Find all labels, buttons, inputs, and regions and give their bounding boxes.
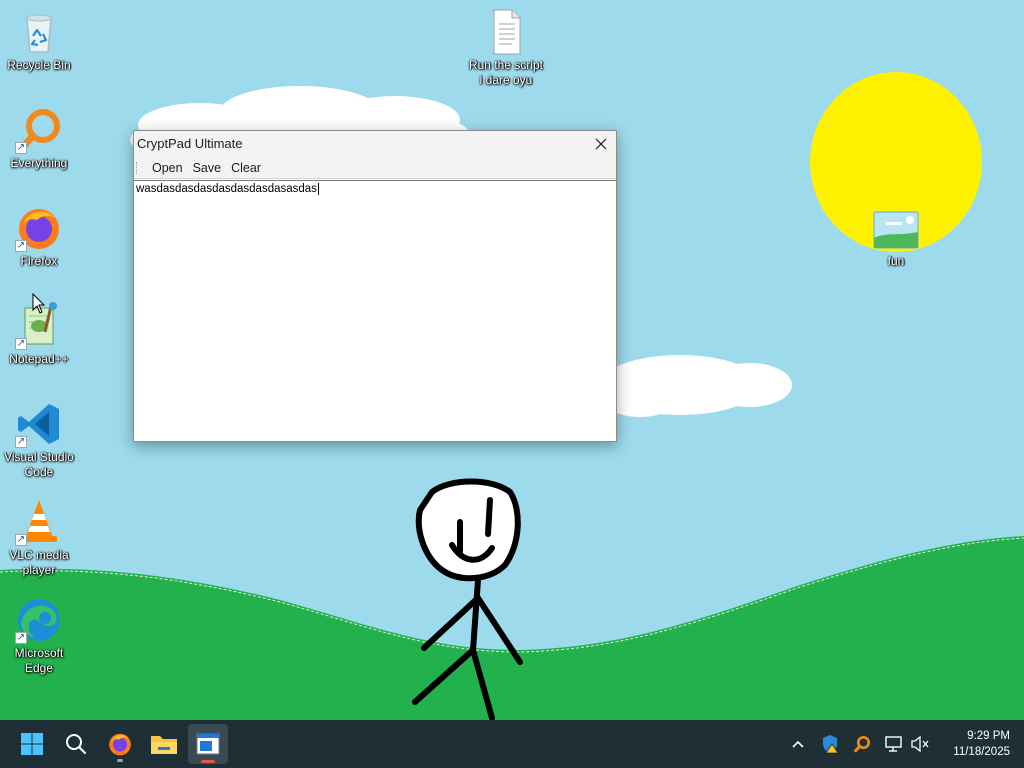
shortcut-arrow-icon: ↗	[15, 632, 27, 644]
vscode-desktop-icon[interactable]: ↗ Visual Studio Code	[1, 400, 77, 480]
shortcut-arrow-icon: ↗	[15, 436, 27, 448]
menu-bar: Open Save Clear	[134, 157, 616, 179]
network-icon	[885, 736, 902, 752]
app-window-icon	[196, 733, 220, 755]
everything-search-icon: ↗	[15, 106, 63, 154]
text-file-icon	[482, 8, 530, 56]
vlc-label: VLC media player	[9, 548, 69, 577]
firefox-desktop-icon[interactable]: ↗ Firefox	[1, 204, 77, 269]
file-explorer-taskbar-button[interactable]	[144, 724, 184, 764]
window-title: CryptPad Ultimate	[137, 136, 243, 151]
shortcut-arrow-icon: ↗	[15, 142, 27, 154]
everything-desktop-icon[interactable]: ↗ Everything	[1, 106, 77, 171]
folder-icon	[151, 736, 177, 754]
cryptpad-taskbar-button[interactable]	[188, 724, 228, 764]
clock-time: 9:29 PM	[967, 730, 1010, 742]
search-button[interactable]	[56, 724, 96, 764]
tray-volume[interactable]	[908, 732, 932, 756]
desktop: Recycle Bin ↗ Everything ↗ Firefox ↗ Not…	[0, 0, 1024, 720]
menu-open[interactable]: Open	[147, 159, 188, 177]
tray-everything[interactable]	[850, 732, 874, 756]
shortcut-arrow-icon: ↗	[15, 338, 27, 350]
text-editor-area[interactable]: wasdasdasdasdasdasdasdasasdas	[134, 180, 616, 441]
recycle-bin-label: Recycle Bin	[7, 58, 71, 72]
security-warning-icon	[823, 735, 839, 754]
running-indicator	[117, 759, 123, 762]
cryptpad-window[interactable]: CryptPad Ultimate Open Save Clear wasdas…	[133, 130, 617, 442]
show-hidden-icons-button[interactable]	[786, 732, 810, 756]
search-icon	[66, 734, 87, 755]
vscode-label: Visual Studio Code	[4, 450, 74, 479]
image-file-icon	[872, 204, 920, 252]
everything-search-icon	[854, 735, 871, 753]
clock[interactable]: 9:29 PM 11/18/2025	[953, 728, 1010, 760]
window-titlebar[interactable]: CryptPad Ultimate	[134, 131, 616, 157]
firefox-icon	[109, 733, 131, 756]
vlc-icon: ↗	[15, 498, 63, 546]
close-icon	[595, 138, 607, 150]
everything-label: Everything	[10, 156, 68, 170]
menu-save[interactable]: Save	[188, 159, 227, 177]
tray-network[interactable]	[882, 732, 906, 756]
close-button[interactable]	[586, 131, 616, 157]
menu-clear[interactable]: Clear	[226, 159, 266, 177]
script-file-label: Run the script i dare oyu	[468, 58, 544, 87]
vscode-icon: ↗	[15, 400, 63, 448]
volume-muted-icon	[911, 735, 929, 753]
shortcut-arrow-icon: ↗	[15, 240, 27, 252]
tray-security[interactable]	[818, 732, 842, 756]
editor-text: wasdasdasdasdasdasdasdasasdas	[136, 183, 319, 195]
clock-date: 11/18/2025	[953, 746, 1010, 758]
menu-grip	[136, 161, 139, 174]
taskbar: 9:29 PM 11/18/2025	[0, 720, 1024, 768]
edge-label: Microsoft Edge	[14, 646, 64, 675]
fun-image-desktop-icon[interactable]: fun	[858, 204, 934, 269]
vlc-desktop-icon[interactable]: ↗ VLC media player	[1, 498, 77, 578]
firefox-taskbar-button[interactable]	[100, 724, 140, 764]
active-indicator	[201, 760, 215, 763]
firefox-icon: ↗	[15, 204, 63, 252]
mouse-cursor-icon	[32, 293, 46, 314]
script-file-desktop-icon[interactable]: Run the script i dare oyu	[468, 8, 544, 88]
windows-logo-icon	[21, 733, 43, 755]
chevron-up-icon	[792, 740, 804, 748]
fun-image-label: fun	[887, 254, 905, 268]
recycle-bin-icon	[15, 8, 63, 56]
edge-icon: ↗	[15, 596, 63, 644]
shortcut-arrow-icon: ↗	[15, 534, 27, 546]
start-button[interactable]	[12, 724, 52, 764]
firefox-label: Firefox	[20, 254, 58, 268]
edge-desktop-icon[interactable]: ↗ Microsoft Edge	[1, 596, 77, 676]
recycle-bin-desktop-icon[interactable]: Recycle Bin	[1, 8, 77, 73]
notepadpp-label: Notepad++	[9, 352, 69, 366]
